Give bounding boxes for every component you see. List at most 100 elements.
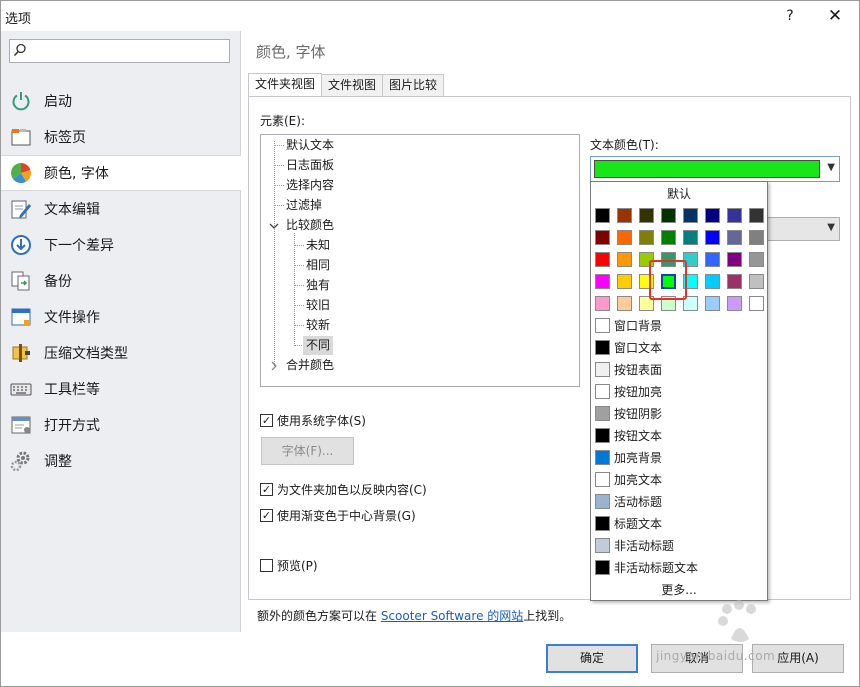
checkbox-unchecked (260, 559, 273, 572)
tab-file-view[interactable]: 文件视图 (321, 74, 384, 96)
system-color-option[interactable]: 按钮加亮 (595, 381, 662, 401)
system-color-option[interactable]: 加亮背景 (595, 447, 662, 467)
color-swatch[interactable] (617, 252, 632, 267)
default-color-option[interactable]: 默认 (591, 185, 767, 202)
tree-item[interactable]: 独有 (306, 276, 330, 295)
ok-button[interactable]: 确定 (546, 644, 638, 673)
tree-item[interactable]: 未知 (306, 236, 330, 255)
tree-item[interactable]: 合并颜色 (286, 356, 334, 375)
color-swatch[interactable] (617, 274, 632, 289)
color-swatch[interactable] (661, 230, 676, 245)
sidebar-item-toolbars[interactable]: 工具栏等 (1, 371, 241, 407)
color-swatch[interactable] (639, 208, 654, 223)
system-color-option[interactable]: 非活动标题 (595, 535, 674, 555)
color-swatch[interactable] (727, 208, 742, 223)
color-swatch[interactable] (639, 230, 654, 245)
tree-item[interactable]: 相同 (306, 256, 330, 275)
system-color-option[interactable]: 标题文本 (595, 513, 662, 533)
color-swatch[interactable] (705, 252, 720, 267)
color-swatch[interactable] (683, 230, 698, 245)
color-swatch[interactable] (661, 208, 676, 223)
tree-item[interactable]: 过滤掉 (286, 196, 322, 215)
system-color-option[interactable]: 按钮表面 (595, 359, 662, 379)
sidebar-item-startup[interactable]: 启动 (1, 83, 241, 119)
chevron-right-icon[interactable] (270, 361, 278, 371)
elements-tree[interactable]: 默认文本 日志面板 选择内容 过滤掉 比较颜色 未知 相同 独有 较旧 较新 不… (260, 134, 580, 387)
color-swatch[interactable] (749, 296, 764, 311)
sidebar-item-tabs[interactable]: 标签页 (1, 119, 241, 155)
color-swatch[interactable] (749, 274, 764, 289)
keyboard-icon (10, 383, 32, 396)
color-swatch[interactable] (617, 230, 632, 245)
text-color-select[interactable]: ▼ (590, 156, 840, 182)
color-swatch[interactable] (595, 252, 610, 267)
system-color-swatch (595, 471, 610, 487)
font-button[interactable]: 字体(F)... (261, 437, 354, 465)
sidebar-item-next-diff[interactable]: 下一个差异 (1, 227, 241, 263)
file-ops-icon (11, 308, 31, 326)
color-swatch[interactable] (595, 208, 610, 223)
tree-item[interactable]: 较新 (306, 316, 330, 335)
color-picker-dropdown: 默认 窗口背景 窗口文本 按钮表面按钮加亮按钮阴影 按钮文本 加亮背景 加亮文本 活动标题标… (590, 181, 768, 601)
color-swatch[interactable] (749, 252, 764, 267)
selection-highlight (649, 260, 687, 300)
tree-item[interactable]: 较旧 (306, 296, 330, 315)
color-swatch[interactable] (683, 208, 698, 223)
system-color-swatch (595, 493, 610, 509)
sidebar-item-tweaks[interactable]: 调整 (1, 443, 241, 479)
system-color-option[interactable]: 窗口背景 (595, 315, 662, 335)
color-swatch[interactable] (705, 274, 720, 289)
chevron-down-icon[interactable] (269, 222, 279, 230)
tree-item[interactable]: 日志面板 (286, 156, 334, 175)
selected-color-swatch (594, 160, 820, 178)
color-swatch[interactable] (727, 230, 742, 245)
system-color-option[interactable]: 非活动标题文本 (595, 557, 698, 577)
preview-checkbox[interactable]: 预览(P) (260, 557, 318, 574)
sidebar-item-colors-fonts[interactable]: 颜色, 字体 (1, 155, 241, 191)
help-button[interactable]: ? (777, 5, 803, 27)
color-swatch[interactable] (705, 208, 720, 223)
gradient-background-checkbox[interactable]: ✓ 使用渐变色于中心背景(G) (260, 507, 416, 524)
tree-item-selected[interactable]: 不同 (303, 336, 334, 355)
color-swatch[interactable] (727, 296, 742, 311)
colorize-folders-checkbox[interactable]: ✓ 为文件夹加色以反映内容(C) (260, 481, 427, 498)
color-swatch[interactable] (749, 230, 764, 245)
sidebar-item-backup[interactable]: 备份 (1, 263, 241, 299)
sidebar-item-file-ops[interactable]: 文件操作 (1, 299, 241, 335)
sidebar-item-label: 标签页 (44, 130, 86, 146)
use-system-font-checkbox[interactable]: ✓ 使用系统字体(S) (260, 412, 366, 429)
sidebar-item-text-editing[interactable]: 文本编辑 (1, 191, 241, 227)
system-color-option[interactable]: 加亮文本 (595, 469, 662, 489)
system-color-option[interactable]: 活动标题 (595, 491, 662, 511)
tree-item[interactable]: 比较颜色 (286, 216, 334, 235)
tab-picture-compare[interactable]: 图片比较 (382, 74, 445, 96)
tab-folder-view[interactable]: 文件夹视图 (248, 73, 323, 97)
color-swatch[interactable] (727, 274, 742, 289)
system-color-option[interactable]: 窗口文本 (595, 337, 662, 357)
color-swatch[interactable] (727, 252, 742, 267)
archive-icon (12, 344, 30, 362)
close-button[interactable]: ✕ (821, 5, 849, 27)
scooter-website-link[interactable]: Scooter Software 的网站 (381, 609, 523, 623)
sidebar-item-archive-types[interactable]: 压缩文档类型 (1, 335, 241, 371)
color-swatch[interactable] (705, 296, 720, 311)
backup-icon (11, 271, 30, 291)
tree-item[interactable]: 选择内容 (286, 176, 334, 195)
system-color-option[interactable]: 按钮阴影 (595, 403, 662, 423)
system-color-option[interactable]: 按钮文本 (595, 425, 662, 445)
system-color-label: 按钮加亮 (614, 384, 663, 399)
checkbox-checked: ✓ (260, 414, 273, 427)
tree-item[interactable]: 默认文本 (286, 136, 334, 155)
search-input[interactable] (9, 39, 230, 63)
color-swatch[interactable] (749, 208, 764, 223)
color-swatch[interactable] (617, 296, 632, 311)
color-swatch[interactable] (595, 296, 610, 311)
background-color-select[interactable]: ▼ (767, 217, 840, 241)
color-swatch[interactable] (705, 230, 720, 245)
more-colors-link[interactable]: 更多... (591, 581, 767, 598)
sidebar-item-open-with[interactable]: 打开方式 (1, 407, 241, 443)
sidebar-item-label: 备份 (44, 274, 72, 290)
color-swatch[interactable] (595, 274, 610, 289)
color-swatch[interactable] (617, 208, 632, 223)
color-swatch[interactable] (595, 230, 610, 245)
